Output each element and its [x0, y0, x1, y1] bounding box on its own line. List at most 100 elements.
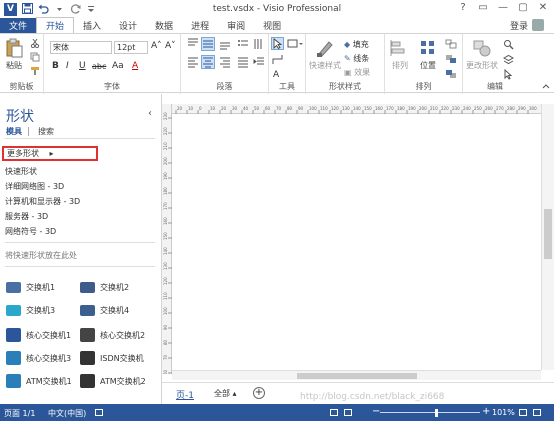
fit-page-icon[interactable] — [519, 409, 527, 416]
vertical-scrollbar[interactable] — [541, 104, 554, 370]
page-indicator[interactable]: 页面 1/1 — [4, 408, 35, 419]
shape-item[interactable]: ATM交换机1 — [6, 374, 72, 388]
tab-insert[interactable]: 插入 — [74, 18, 110, 33]
drawing-canvas[interactable] — [172, 114, 541, 372]
tab-search[interactable]: 搜索 — [38, 126, 54, 137]
change-shape-button[interactable]: 更改形状 — [465, 38, 499, 71]
shape-item[interactable]: 核心交换机3 — [6, 351, 71, 365]
redo-icon[interactable] — [69, 3, 81, 15]
font-size-select[interactable]: 12pt — [114, 41, 148, 54]
more-shapes-button[interactable]: 更多形状 ▸ — [2, 146, 98, 161]
save-icon[interactable] — [21, 3, 33, 15]
tab-review[interactable]: 审阅 — [218, 18, 254, 33]
strikethrough-button[interactable]: abc — [92, 62, 106, 71]
horizontal-scrollbar[interactable] — [172, 370, 541, 380]
undo-icon[interactable] — [37, 3, 49, 15]
customize-toolbar-icon[interactable] — [85, 3, 97, 15]
shape-item[interactable]: ATM交换机2 — [80, 374, 146, 388]
indent-icon[interactable] — [253, 56, 265, 71]
stencil-quick-shapes[interactable]: 快速形状 — [5, 166, 37, 177]
tab-design[interactable]: 设计 — [110, 18, 146, 33]
fill-button[interactable]: ◆ 填充 — [344, 39, 369, 50]
zoom-slider[interactable] — [380, 412, 480, 413]
shrink-font-button[interactable]: A˅ — [165, 41, 176, 51]
stencil-detailed-network-3d[interactable]: 详细网络图 - 3D — [5, 181, 64, 192]
shape-item[interactable]: 交换机3 — [6, 305, 55, 316]
zoom-in-button[interactable]: + — [482, 406, 490, 417]
all-pages-button[interactable]: 全部 ▴ — [214, 388, 237, 399]
zoom-slider-handle[interactable] — [435, 409, 438, 417]
position-button[interactable]: 位置 — [415, 38, 441, 71]
fill-label: 填充 — [352, 40, 369, 49]
paste-button[interactable]: 粘贴 — [3, 38, 25, 71]
text-direction-icon[interactable] — [253, 38, 263, 53]
cut-icon[interactable] — [30, 38, 40, 51]
switch-windows-icon[interactable] — [533, 409, 541, 416]
minimize-button[interactable]: — — [494, 1, 512, 15]
font-family-select[interactable]: 宋体 — [50, 41, 112, 54]
arrange-button[interactable]: 排列 — [386, 38, 414, 71]
collapse-ribbon-icon[interactable] — [542, 82, 550, 91]
stencil-network-symbols-3d[interactable]: 网络符号 - 3D — [5, 226, 56, 237]
help-button[interactable]: ? — [454, 1, 472, 15]
language-indicator[interactable]: 中文(中国) — [48, 408, 86, 419]
tab-home[interactable]: 开始 — [36, 17, 75, 33]
presentation-mode-icon[interactable] — [330, 409, 338, 416]
bring-front-icon[interactable] — [445, 54, 457, 67]
tab-process[interactable]: 进程 — [182, 18, 218, 33]
bold-button[interactable]: B — [52, 61, 59, 71]
line-button[interactable]: ✎ 线条 — [344, 53, 369, 64]
add-page-button[interactable]: + — [253, 387, 265, 399]
tab-view[interactable]: 视图 — [254, 18, 290, 33]
align-right-icon[interactable] — [219, 56, 231, 71]
quick-styles-button[interactable]: 快速样式 — [308, 38, 342, 71]
avatar[interactable] — [532, 19, 544, 31]
pointer-tool-icon[interactable] — [271, 37, 284, 50]
tab-stencils[interactable]: 模具 — [6, 126, 22, 137]
vertical-scroll-thumb[interactable] — [544, 209, 552, 259]
font-color-button[interactable]: A — [132, 61, 138, 71]
italic-button[interactable]: I — [66, 61, 69, 71]
align-bottom-icon[interactable] — [219, 38, 231, 53]
align-left-icon[interactable] — [187, 56, 199, 71]
copy-icon[interactable] — [30, 52, 40, 65]
grow-font-button[interactable]: A˄ — [151, 41, 162, 51]
bullets-icon[interactable] — [237, 38, 249, 53]
layers-icon[interactable] — [502, 54, 515, 68]
shape-item[interactable]: 核心交换机2 — [80, 328, 145, 342]
shape-item[interactable]: 交换机2 — [80, 282, 129, 293]
dropdown-arrow-icon[interactable] — [53, 3, 65, 15]
close-button[interactable]: ✕ — [534, 1, 552, 15]
tab-data[interactable]: 数据 — [146, 18, 182, 33]
horizontal-scroll-thumb[interactable] — [297, 373, 417, 379]
stencil-computers-monitors-3d[interactable]: 计算机和显示器 - 3D — [5, 196, 80, 207]
ribbon-display-button[interactable]: ▭ — [474, 1, 492, 15]
underline-button[interactable]: U — [79, 61, 86, 71]
ruler-tick-label: 150 — [163, 232, 168, 240]
shape-item[interactable]: 交换机4 — [80, 305, 129, 316]
page-tab[interactable]: 页-1 — [176, 388, 194, 401]
stencil-servers-3d[interactable]: 服务器 - 3D — [5, 211, 48, 222]
text-tool-icon[interactable]: A — [273, 70, 279, 80]
justify-icon[interactable] — [237, 56, 249, 71]
rectangle-tool-icon[interactable] — [287, 38, 303, 52]
shape-item[interactable]: ISDN交换机 — [80, 351, 144, 365]
shape-item[interactable]: 核心交换机1 — [6, 328, 71, 342]
macro-icon[interactable] — [95, 409, 103, 416]
find-icon[interactable] — [503, 39, 514, 53]
effects-button[interactable]: ▣ 效果 — [344, 67, 370, 78]
format-painter-icon[interactable] — [30, 66, 40, 79]
login-link[interactable]: 登录 — [510, 19, 528, 32]
align-center-icon[interactable] — [201, 55, 215, 69]
normal-view-icon[interactable] — [344, 409, 352, 416]
align-top-icon[interactable] — [187, 38, 199, 53]
align-middle-icon[interactable] — [201, 37, 215, 51]
connector-tool-icon[interactable] — [272, 54, 283, 68]
group-objects-icon[interactable] — [445, 39, 457, 52]
shape-item[interactable]: 交换机1 — [6, 282, 55, 293]
change-case-button[interactable]: Aa — [112, 61, 124, 71]
tab-file[interactable]: 文件 — [0, 18, 36, 33]
zoom-percent[interactable]: 101% — [492, 408, 515, 417]
maximize-button[interactable]: ▢ — [514, 1, 532, 15]
collapse-pane-icon[interactable]: ‹ — [148, 108, 152, 119]
